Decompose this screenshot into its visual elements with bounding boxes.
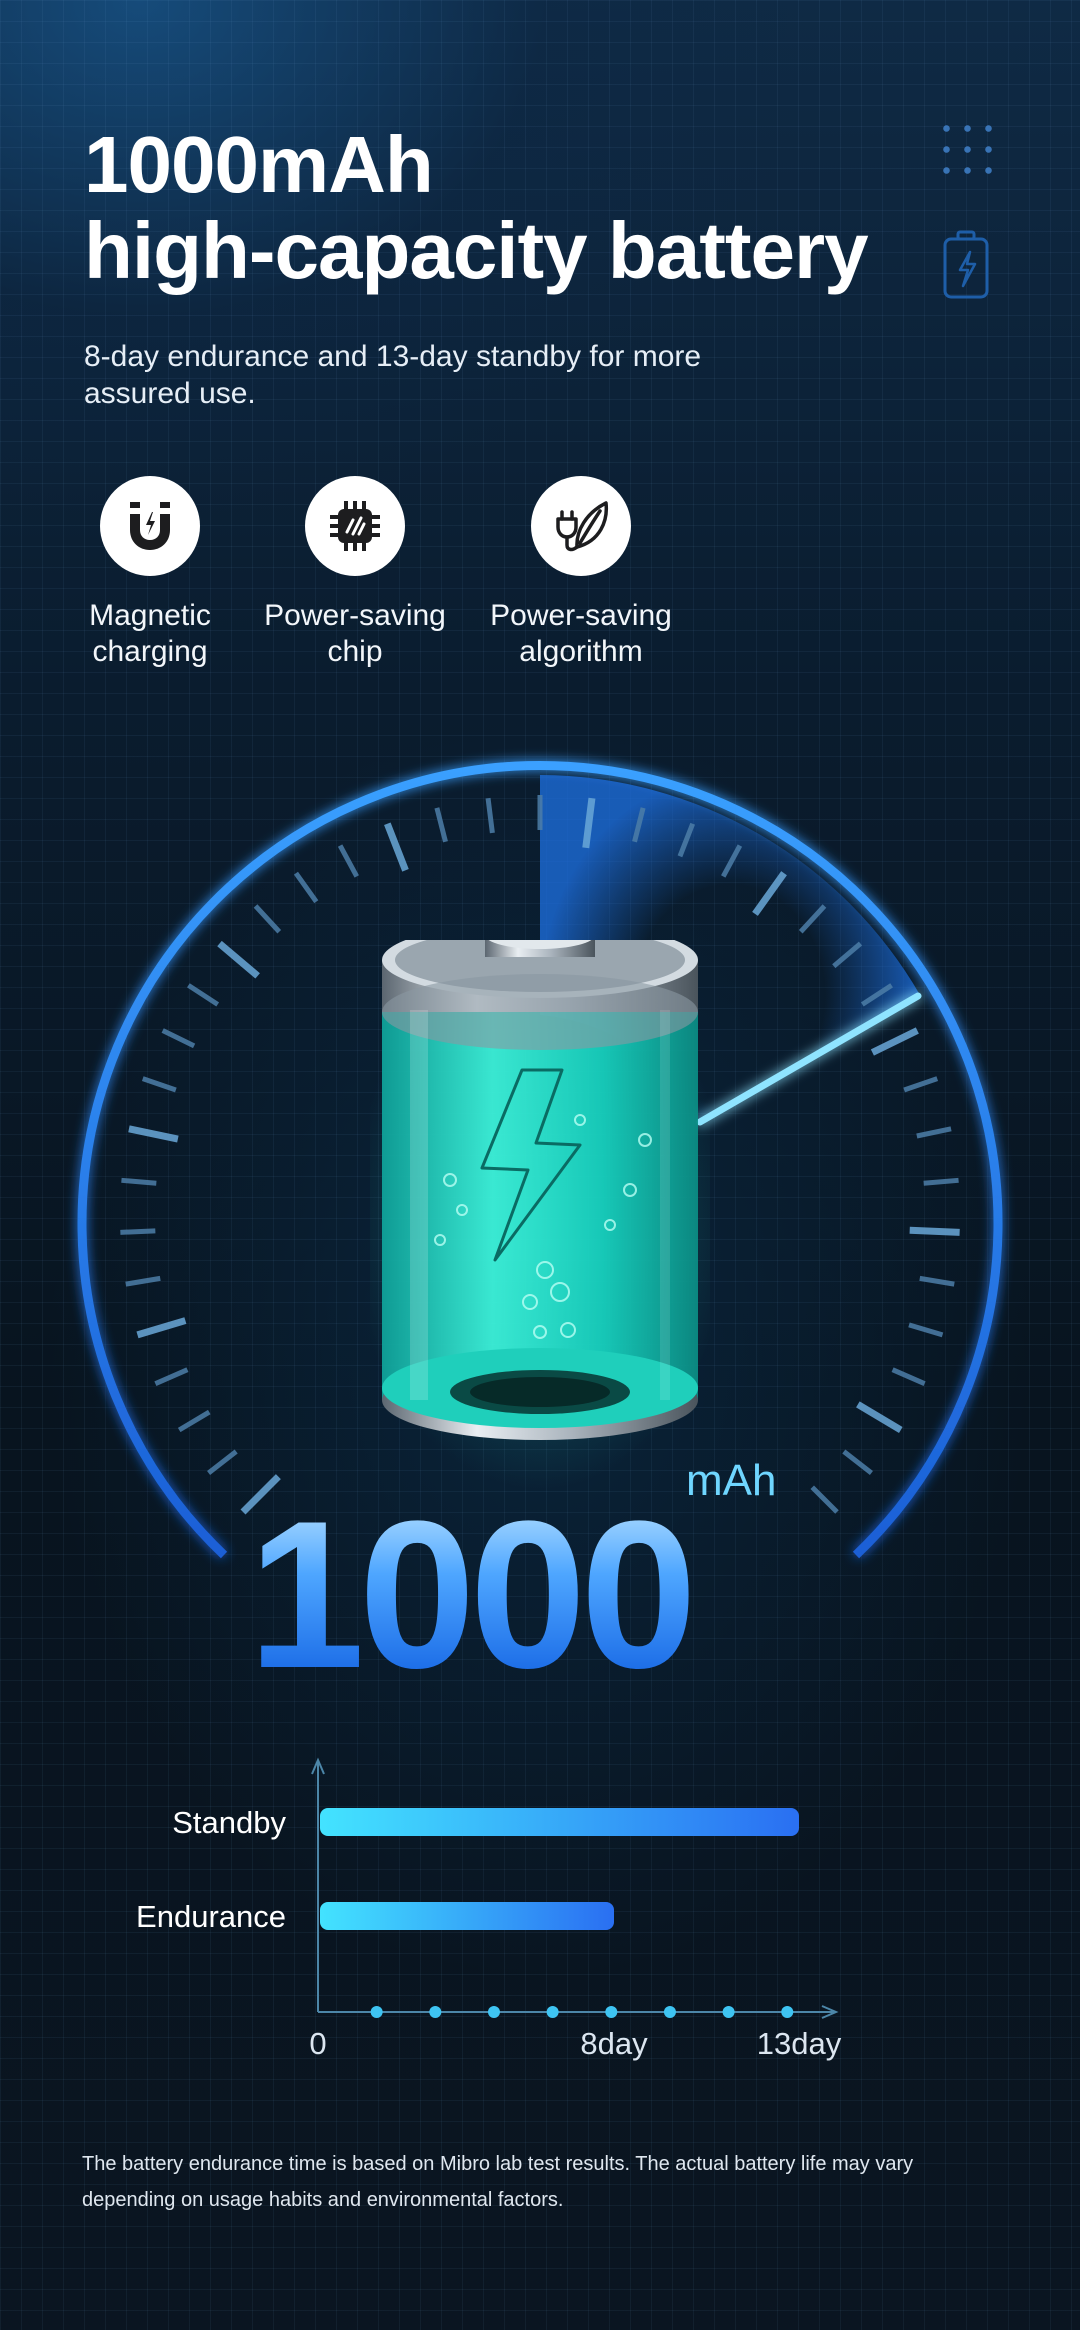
gauge-tick xyxy=(141,1076,177,1093)
gauge-tick xyxy=(337,844,359,878)
capacity-value: 1000 xyxy=(248,1477,697,1712)
gauge-tick xyxy=(120,1228,156,1235)
headline-line2: high-capacity battery xyxy=(84,206,869,295)
feature-power-saving-chip: Power-saving chip xyxy=(240,476,470,670)
plug-leaf-icon xyxy=(556,501,609,552)
category-label: Standby xyxy=(172,1805,286,1840)
gauge-tick xyxy=(187,983,220,1007)
headline: 1000mAh high-capacity battery xyxy=(84,120,869,295)
gauge-tick xyxy=(293,871,319,904)
gauge-tick xyxy=(903,1076,939,1093)
feature-icon-circle xyxy=(531,476,631,576)
gauge-tick xyxy=(154,1367,189,1387)
battery-feature-page: 1000mAh high-capacity battery 8-day endu… xyxy=(0,0,1080,2330)
gauge-tick xyxy=(909,1226,960,1236)
feature-label: Power-saving algorithm xyxy=(490,599,672,668)
footnote-disclaimer: The battery endurance time is based on M… xyxy=(82,2153,914,2211)
gauge-tick xyxy=(485,797,495,834)
headline-line1: 1000mAh xyxy=(84,120,434,209)
feature-icon-circle xyxy=(100,476,200,576)
feature-power-saving-algorithm: Power-saving algorithm xyxy=(466,476,696,670)
gauge-tick xyxy=(870,1027,919,1056)
battery-outline-icon xyxy=(943,230,989,299)
gauge-tick xyxy=(217,940,260,979)
capacity-unit: mAh xyxy=(686,1456,777,1505)
gauge-tick xyxy=(128,1125,179,1143)
x-tick-label: 8day xyxy=(580,2026,648,2061)
gauge-tick xyxy=(842,1449,873,1475)
gauge-tick xyxy=(916,1126,952,1139)
gauge-tick xyxy=(121,1177,157,1186)
gauge-tick xyxy=(908,1322,944,1338)
gauge-tick xyxy=(384,822,409,872)
gauge-tick xyxy=(923,1177,959,1186)
bar-standby xyxy=(320,1808,799,1836)
x-axis-dot xyxy=(605,2006,618,2018)
endurance-bar-chart: Standby Endurance 0 8day 13day xyxy=(136,1757,842,2061)
decorative-dots xyxy=(936,118,996,178)
magnet-icon xyxy=(130,502,170,550)
x-tick-label: 0 xyxy=(309,2026,326,2061)
x-axis-dot xyxy=(781,2006,794,2018)
gauge-tick xyxy=(919,1275,955,1287)
x-axis-dot xyxy=(429,2006,442,2018)
battery-illustration xyxy=(370,940,710,1490)
x-axis-dot xyxy=(722,2006,735,2018)
gauge-tick xyxy=(434,807,448,843)
feature-magnetic-charging: Magnetic charging xyxy=(35,476,265,670)
gauge-tick xyxy=(810,1485,839,1514)
gauge-tick xyxy=(136,1317,187,1339)
bar-endurance xyxy=(320,1902,614,1930)
gauge-tick xyxy=(253,904,282,934)
category-label: Endurance xyxy=(136,1899,286,1934)
x-tick-label: 13day xyxy=(757,2026,842,2061)
gauge-tick xyxy=(891,1367,926,1387)
gauge-tick xyxy=(177,1409,211,1433)
feature-label: Power-saving chip xyxy=(264,599,446,668)
gauge-tick xyxy=(161,1028,196,1049)
x-axis-dot xyxy=(487,2006,500,2018)
feature-icon-circle xyxy=(305,476,405,576)
gauge-tick xyxy=(207,1449,238,1475)
subtitle: 8-day endurance and 13-day standby for m… xyxy=(84,340,702,410)
x-axis-dot xyxy=(370,2006,383,2018)
gauge-tick xyxy=(125,1275,161,1287)
x-axis-dot xyxy=(546,2006,559,2018)
gauge-tick xyxy=(856,1401,903,1433)
chip-icon xyxy=(330,501,380,551)
feature-label: Magnetic charging xyxy=(89,599,211,668)
x-axis-dot xyxy=(663,2006,676,2018)
